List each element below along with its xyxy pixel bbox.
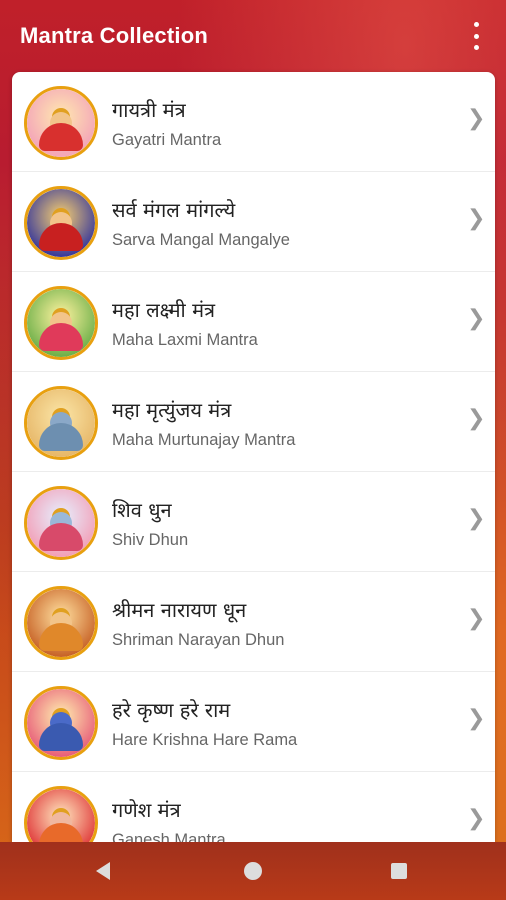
mantra-title-hindi: महा लक्ष्मी मंत्र bbox=[112, 298, 216, 322]
deity-avatar bbox=[24, 86, 98, 160]
mantra-title-english: Maha Laxmi Mantra bbox=[112, 331, 258, 349]
chevron-right-icon: ❯ bbox=[467, 106, 486, 131]
list-item[interactable]: श्रीमन नारायण धून Shriman Narayan Dhun ❯ bbox=[12, 572, 495, 672]
deity-avatar bbox=[24, 386, 98, 460]
mantra-title-english: Hare Krishna Hare Rama bbox=[112, 731, 298, 749]
system-navigation-bar bbox=[0, 842, 506, 900]
mantra-list: गायत्री मंत्र Gayatri Mantra ❯ सर्व मंगल… bbox=[12, 72, 495, 842]
mantra-title-hindi: महा मृत्युंजय मंत्र bbox=[112, 398, 232, 422]
mantra-title-english: Gayatri Mantra bbox=[112, 131, 222, 149]
mantra-title-hindi: गायत्री मंत्र bbox=[112, 98, 186, 122]
chevron-right-icon: ❯ bbox=[467, 206, 486, 231]
chevron-right-icon: ❯ bbox=[467, 606, 486, 631]
deity-avatar bbox=[24, 286, 98, 360]
chevron-right-icon: ❯ bbox=[467, 506, 486, 531]
chevron-right-icon: ❯ bbox=[467, 306, 486, 331]
deity-avatar bbox=[24, 586, 98, 660]
back-icon[interactable] bbox=[96, 862, 110, 880]
mantra-title-hindi: हरे कृष्ण हरे राम bbox=[112, 698, 231, 722]
list-item[interactable]: महा मृत्युंजय मंत्र Maha Murtunajay Mant… bbox=[12, 372, 495, 472]
mantra-title-english: Sarva Mangal Mangalye bbox=[112, 231, 290, 249]
list-item[interactable]: गायत्री मंत्र Gayatri Mantra ❯ bbox=[12, 72, 495, 172]
mantra-title-hindi: श्रीमन नारायण धून bbox=[112, 598, 247, 622]
deity-avatar bbox=[24, 686, 98, 760]
more-vert-icon[interactable] bbox=[468, 22, 484, 50]
mantra-title-hindi: गणेश मंत्र bbox=[112, 798, 181, 822]
chevron-right-icon: ❯ bbox=[467, 806, 486, 831]
deity-avatar bbox=[24, 786, 98, 842]
deity-avatar bbox=[24, 486, 98, 560]
mantra-title-hindi: शिव धुन bbox=[112, 498, 172, 522]
list-item[interactable]: हरे कृष्ण हरे राम Hare Krishna Hare Rama… bbox=[12, 672, 495, 772]
list-item[interactable]: शिव धुन Shiv Dhun ❯ bbox=[12, 472, 495, 572]
chevron-right-icon: ❯ bbox=[467, 406, 486, 431]
mantra-title-english: Shriman Narayan Dhun bbox=[112, 631, 285, 649]
chevron-right-icon: ❯ bbox=[467, 706, 486, 731]
home-icon[interactable] bbox=[244, 862, 262, 880]
mantra-title-english: Ganesh Mantra bbox=[112, 831, 226, 842]
list-item[interactable]: सर्व मंगल मांगल्ये Sarva Mangal Mangalye… bbox=[12, 172, 495, 272]
mantra-title-hindi: सर्व मंगल मांगल्ये bbox=[112, 198, 236, 222]
mantra-title-english: Shiv Dhun bbox=[112, 531, 189, 549]
deity-avatar bbox=[24, 186, 98, 260]
list-item[interactable]: महा लक्ष्मी मंत्र Maha Laxmi Mantra ❯ bbox=[12, 272, 495, 372]
recents-icon[interactable] bbox=[391, 863, 407, 879]
list-item[interactable]: गणेश मंत्र Ganesh Mantra ❯ bbox=[12, 772, 495, 842]
app-bar: Mantra Collection bbox=[0, 0, 506, 72]
mantra-title-english: Maha Murtunajay Mantra bbox=[112, 431, 296, 449]
page-title: Mantra Collection bbox=[20, 23, 208, 48]
